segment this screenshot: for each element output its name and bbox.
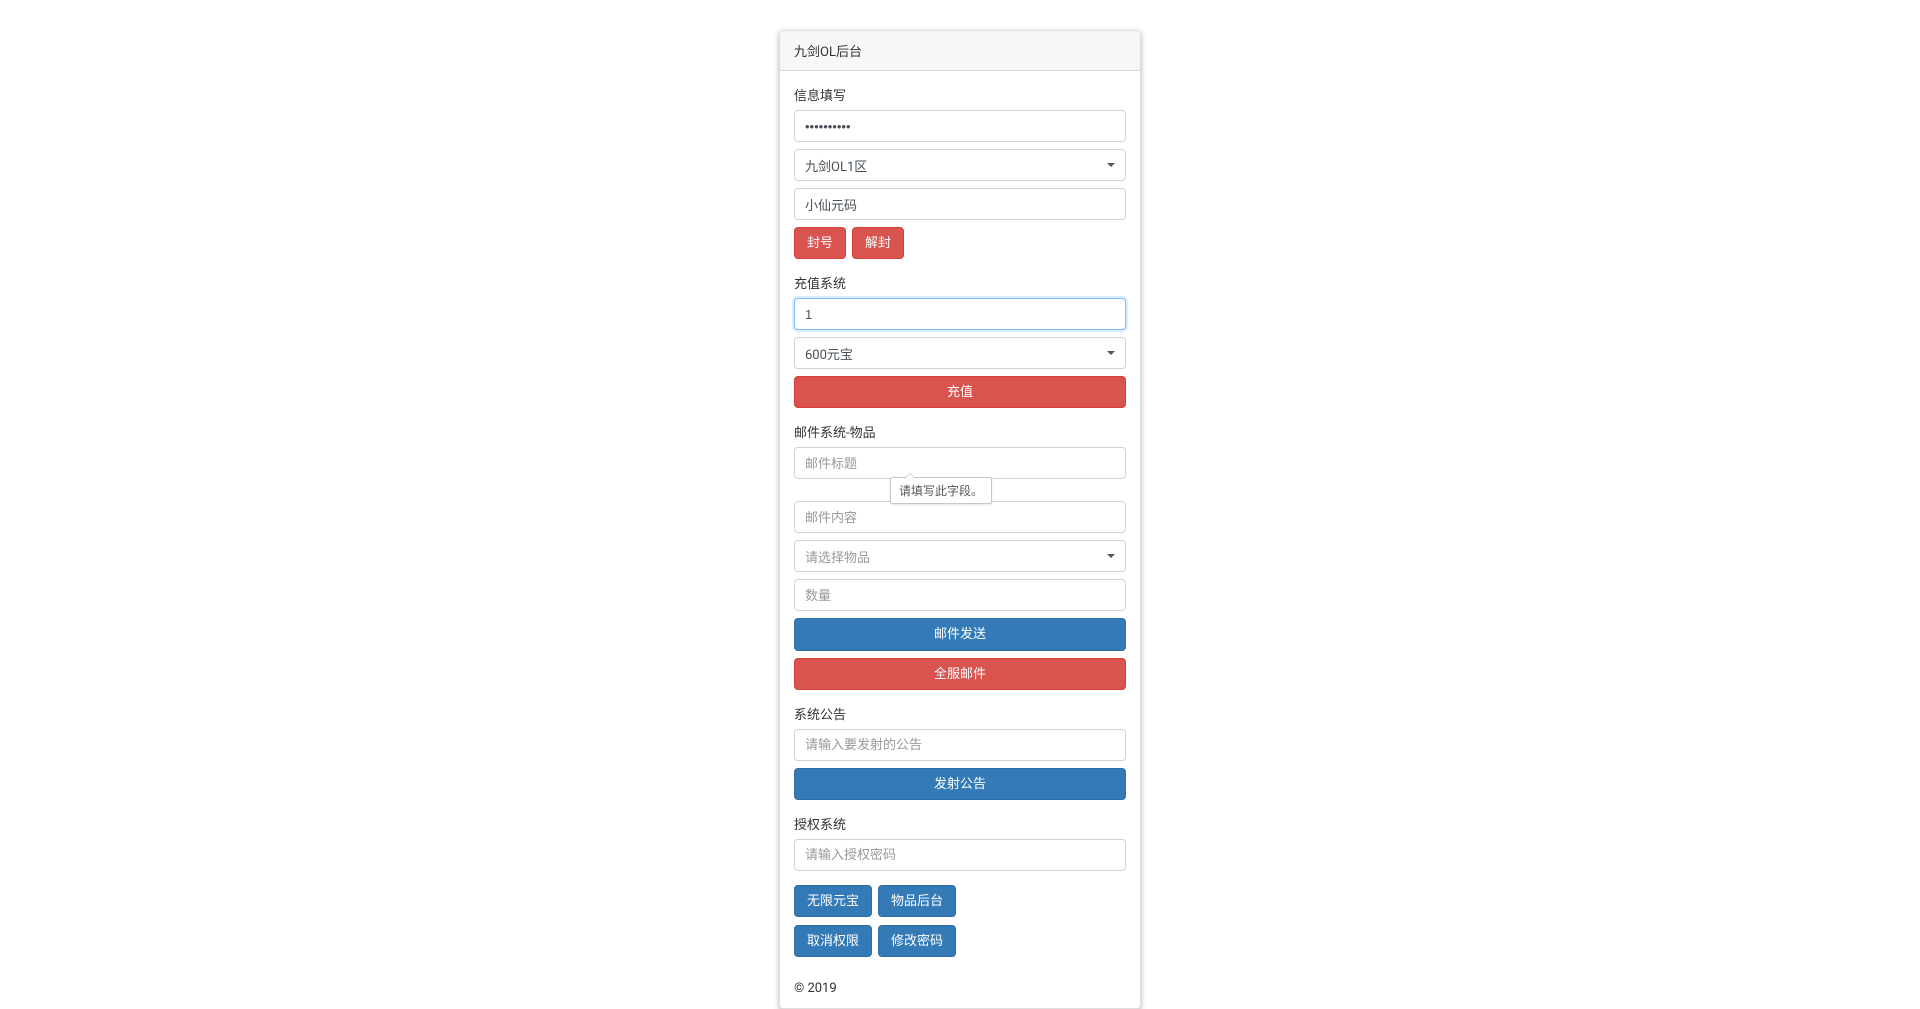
panel-title: 九剑OL后台: [794, 45, 862, 60]
recharge-button[interactable]: 充值: [794, 376, 1126, 408]
announce-input[interactable]: [794, 729, 1126, 761]
chevron-down-icon: [1107, 554, 1115, 558]
mail-qty-input[interactable]: [794, 579, 1126, 611]
auth-section-label: 授权系统: [794, 814, 1126, 833]
announce-send-button[interactable]: 发射公告: [794, 768, 1126, 800]
mail-title-input[interactable]: [794, 447, 1126, 479]
recharge-package-select[interactable]: 600元宝: [794, 337, 1126, 369]
mail-send-button[interactable]: 邮件发送: [794, 618, 1126, 650]
validation-tooltip: 请填写此字段。: [890, 477, 992, 504]
item-backend-button[interactable]: 物品后台: [878, 885, 956, 917]
panel-footer: © 2019: [780, 971, 1140, 1008]
mail-broadcast-button[interactable]: 全服邮件: [794, 658, 1126, 690]
mail-item-select[interactable]: 请选择物品: [794, 540, 1126, 572]
panel-body: 信息填写 九剑OL1区 封号 解封 充值系统: [780, 71, 1140, 971]
admin-panel: 九剑OL后台 信息填写 九剑OL1区 封号 解封 充值系统: [779, 30, 1141, 1009]
mail-item-value: 请选择物品: [805, 547, 870, 566]
server-select[interactable]: 九剑OL1区: [794, 149, 1126, 181]
mail-section-label: 邮件系统-物品: [794, 422, 1126, 441]
revoke-auth-button[interactable]: 取消权限: [794, 925, 872, 957]
info-section-label: 信息填写: [794, 85, 1126, 104]
auth-password-input[interactable]: [794, 839, 1126, 871]
change-password-button[interactable]: 修改密码: [878, 925, 956, 957]
character-input[interactable]: [794, 188, 1126, 220]
announce-section-label: 系统公告: [794, 704, 1126, 723]
chevron-down-icon: [1107, 163, 1115, 167]
copyright-text: © 2019: [794, 981, 837, 996]
chevron-down-icon: [1107, 351, 1115, 355]
unlimited-gold-button[interactable]: 无限元宝: [794, 885, 872, 917]
tooltip-text: 请填写此字段。: [899, 484, 983, 498]
mail-content-input[interactable]: [794, 501, 1126, 533]
recharge-package-value: 600元宝: [805, 344, 853, 363]
password-input[interactable]: [794, 110, 1126, 142]
recharge-amount-input[interactable]: [794, 298, 1126, 330]
panel-header: 九剑OL后台: [780, 31, 1140, 71]
unban-button[interactable]: 解封: [852, 227, 904, 259]
recharge-section-label: 充值系统: [794, 273, 1126, 292]
ban-button[interactable]: 封号: [794, 227, 846, 259]
server-select-value: 九剑OL1区: [805, 156, 867, 175]
